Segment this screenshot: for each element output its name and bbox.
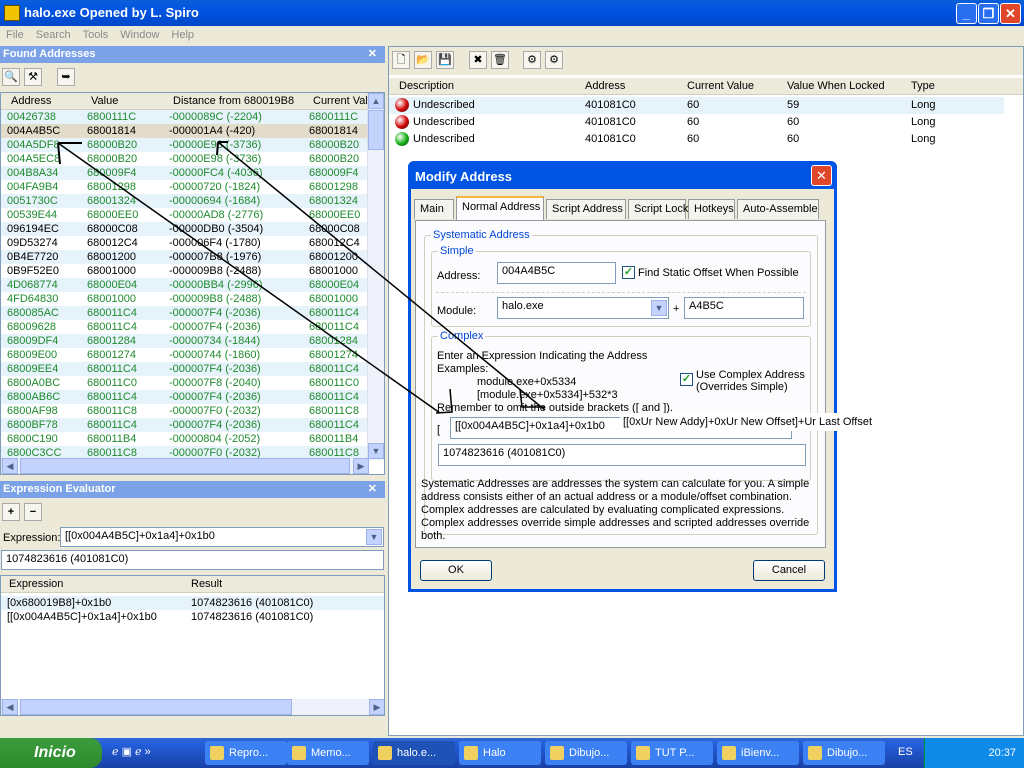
task-label: Halo	[483, 747, 506, 759]
arrowhead	[435, 388, 545, 414]
app-icon	[550, 746, 564, 760]
app-icon	[636, 746, 650, 760]
start-button[interactable]: Inicio	[0, 738, 102, 768]
taskbar-button[interactable]: Halo	[459, 741, 541, 765]
quick-launch-icons[interactable]: ℯ ▣ ℯ »	[112, 745, 151, 758]
app-icon	[722, 746, 736, 760]
annotation-arrows	[57, 141, 546, 414]
task-label: Dibujo...	[569, 747, 610, 759]
start-label: Inicio	[34, 744, 76, 761]
taskbar-button[interactable]: iBienv...	[717, 741, 799, 765]
arrow-line	[217, 141, 546, 411]
app-icon	[210, 746, 224, 760]
task-label: TUT P...	[655, 747, 695, 759]
app-icon	[292, 746, 306, 760]
task-label: Repro...	[229, 747, 269, 759]
task-label: iBienv...	[741, 747, 780, 759]
taskbar: Inicio ℯ ▣ ℯ » Repro... Memo... halo.e... H…	[0, 738, 1024, 768]
task-label: Dibujo...	[827, 747, 868, 759]
taskbar-button[interactable]: Dibujo...	[545, 741, 627, 765]
task-label: halo.e...	[397, 747, 437, 759]
taskbar-button[interactable]: TUT P...	[631, 741, 713, 765]
clock: 20:37	[988, 747, 1016, 759]
task-label: Memo...	[311, 747, 351, 759]
arrow-line	[57, 142, 441, 414]
system-tray: 20:37	[924, 738, 1024, 768]
language-indicator[interactable]: ES	[898, 746, 913, 758]
taskbar-button[interactable]: Dibujo...	[803, 741, 885, 765]
taskbar-button[interactable]: halo.e...	[373, 741, 455, 765]
app-icon	[808, 746, 822, 760]
taskbar-button[interactable]: Memo...	[287, 741, 369, 765]
app-icon	[378, 746, 392, 760]
taskbar-button[interactable]: Repro...	[205, 741, 287, 765]
app-icon	[464, 746, 478, 760]
